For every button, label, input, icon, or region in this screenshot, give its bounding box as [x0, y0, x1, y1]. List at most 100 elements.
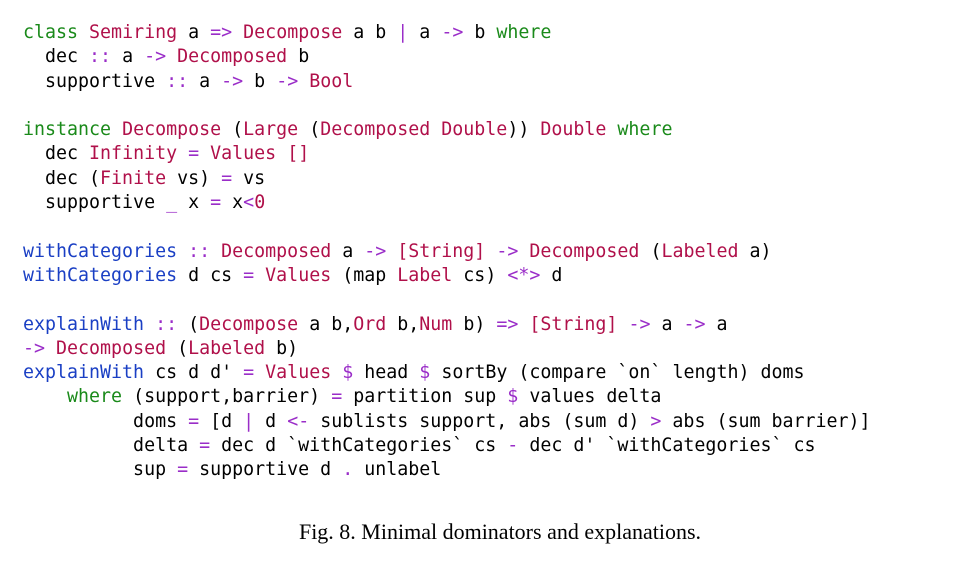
code-line: withCategories d cs = Values (map Label … [23, 264, 871, 288]
type-token: Values [265, 264, 332, 286]
operator-token: > [650, 410, 662, 432]
code-text-token: cs) [452, 264, 508, 286]
operator-token: -> [496, 240, 519, 262]
operator-token: -> [276, 70, 299, 92]
code-text-token: d cs [177, 264, 244, 286]
operator-token: = [243, 264, 255, 286]
operator-token: = [331, 386, 343, 408]
type-token: Decomposed [529, 240, 640, 262]
code-text-token: dec [23, 46, 90, 68]
keyword-token: instance [23, 119, 112, 141]
code-text-token: head [353, 362, 420, 384]
code-text-token: dec ( [23, 167, 101, 189]
code-line: sup = supportive d . unlabel [23, 458, 871, 482]
function-name-token: withCategories [23, 264, 178, 286]
code-text-token: values delta [518, 386, 662, 408]
operator-token: = [188, 410, 200, 432]
code-line: doms = [d | d <- sublists support, abs (… [23, 410, 871, 434]
code-text-token: supportive [23, 192, 167, 214]
code-text-token: a [188, 70, 222, 92]
operator-token: :: [155, 313, 178, 335]
code-text-token: dec d `withCategories` cs [210, 435, 508, 457]
type-token: Ord [353, 313, 387, 335]
operator-token: => [210, 22, 233, 43]
type-token: Decomposed [177, 46, 288, 68]
type-token: Decompose [243, 22, 343, 43]
code-text-token: vs [232, 167, 266, 189]
type-token: Labeled [188, 337, 266, 359]
code-text-token: a [111, 46, 145, 68]
type-token: Decompose [199, 313, 299, 335]
operator-token: - [507, 435, 519, 457]
operator-token: -> [221, 70, 244, 92]
code-line: delta = dec d `withCategories` cs - dec … [23, 434, 871, 458]
operator-token: = [199, 435, 211, 457]
operator-token: -> [441, 22, 464, 43]
code-text-token: dec [23, 143, 90, 165]
function-name-token: explainWith [23, 313, 145, 335]
code-text-token: b, [386, 313, 420, 335]
operator-token: -> [23, 337, 46, 359]
code-text-token: b [287, 46, 310, 68]
type-token: Finite [100, 167, 167, 189]
code-text-token: b [243, 70, 277, 92]
code-text-token: sup [23, 459, 178, 481]
code-text-token: b [463, 22, 497, 43]
keyword-token: where [617, 119, 673, 141]
code-line: -> Decomposed (Labeled b) [23, 337, 871, 361]
code-line: where (support,barrier) = partition sup … [23, 385, 871, 409]
code-text-token: ( [166, 337, 189, 359]
code-line: supportive _ x = x<0 [23, 191, 871, 215]
code-text-token: sortBy (compare `on` length) doms [430, 362, 805, 384]
code-text-token: doms [23, 410, 189, 432]
operator-token: -> [144, 46, 167, 68]
code-text-token: x [221, 192, 244, 214]
code-text-token: supportive [23, 70, 167, 92]
operator-token: => [496, 313, 519, 335]
code-text-token: partition sup [342, 386, 508, 408]
type-token: Labeled [661, 240, 739, 262]
operator-token: = [188, 143, 200, 165]
code-line: dec :: a -> Decomposed b [23, 45, 871, 69]
code-text-token: unlabel [353, 459, 442, 481]
type-token: Infinity [89, 143, 178, 165]
code-line: withCategories :: Decomposed a -> [Strin… [23, 240, 871, 264]
code-text-token: )) [507, 119, 541, 141]
figure-caption: Fig. 8. Minimal dominators and explanati… [298, 519, 702, 544]
code-text-token: ( [177, 313, 200, 335]
code-line: dec (Finite vs) = vs [23, 167, 871, 191]
operator-token: -> [683, 313, 706, 335]
code-text-token: a [331, 240, 365, 262]
operator-token: $ [507, 386, 519, 408]
keyword-token: class [23, 22, 79, 43]
operator-token: | [243, 410, 255, 432]
code-line: explainWith cs d d' = Values $ head $ so… [23, 361, 871, 385]
code-line: instance Decompose (Large (Decomposed Do… [23, 118, 871, 142]
code-text-token: ( [639, 240, 662, 262]
code-text-token: delta [23, 435, 200, 457]
code-text-token: vs) [166, 167, 222, 189]
code-text-token: (map [331, 264, 398, 286]
operator-token: = [243, 362, 255, 384]
type-token: Large [243, 119, 299, 141]
code-text-token: a [177, 22, 211, 43]
operator-token: = [210, 192, 222, 214]
operator-token: $ [419, 362, 431, 384]
type-token: Values [265, 362, 332, 384]
operator-token: | [397, 22, 409, 43]
type-token: Decompose [122, 119, 222, 141]
type-token: Semiring [89, 22, 178, 43]
